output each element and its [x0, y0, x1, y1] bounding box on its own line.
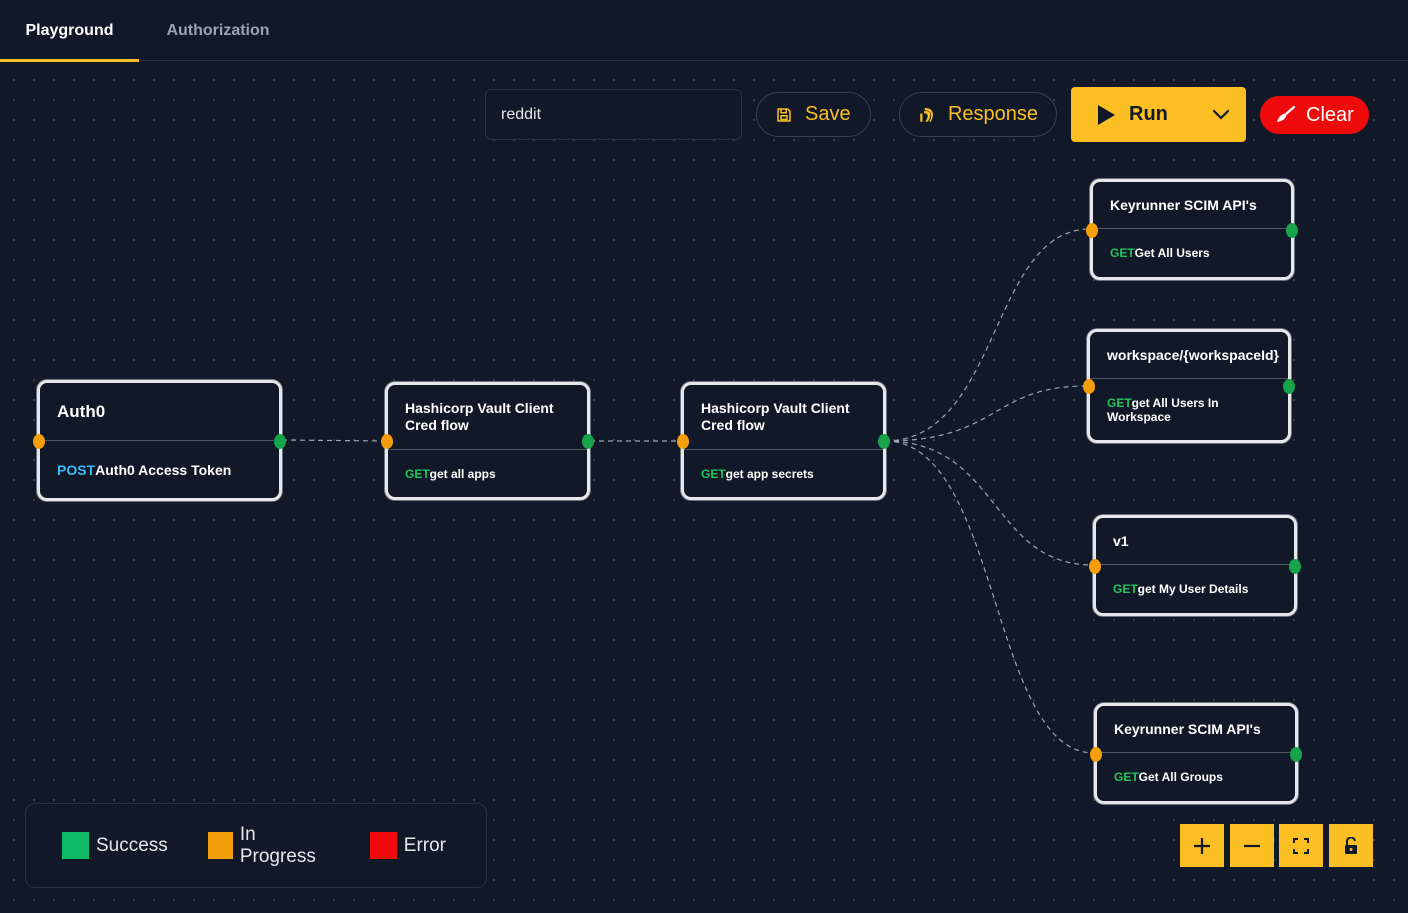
node-endpoint: get app secrets	[725, 467, 814, 481]
legend-item-in-progress: In Progress	[207, 823, 330, 868]
node-request: GETget All Users In Workspace	[1090, 379, 1288, 440]
zoom-in-button[interactable]	[1180, 824, 1224, 867]
node-input-handle[interactable]	[381, 434, 393, 449]
flow-node-vault-get-app-secrets[interactable]: Hashicorp Vault Client Cred flow GET get …	[677, 382, 890, 500]
node-endpoint: Auth0 Access Token	[95, 461, 232, 478]
node-request: POST Auth0 Access Token	[40, 441, 279, 498]
node-output-handle[interactable]	[582, 434, 594, 449]
flow-node-workspace-users[interactable]: workspace/{workspaceId} GETget All Users…	[1083, 329, 1295, 443]
flow-node-v1-user-details[interactable]: v1 GET get My User Details	[1089, 515, 1301, 616]
node-title: Keyrunner SCIM API's	[1093, 182, 1291, 229]
node-title: Hashicorp Vault Client Cred flow	[684, 385, 883, 450]
tab-authorization[interactable]: Authorization	[139, 0, 297, 61]
legend-label: Success	[96, 834, 168, 856]
response-icon	[920, 107, 933, 122]
node-output-handle[interactable]	[878, 434, 890, 449]
flow-node-scim-get-all-users[interactable]: Keyrunner SCIM API's GET Get All Users	[1086, 179, 1298, 280]
node-title: Keyrunner SCIM API's	[1097, 706, 1295, 753]
fit-view-icon	[1293, 837, 1309, 854]
legend-label: Error	[403, 834, 446, 856]
status-legend: Success In Progress Error	[25, 803, 487, 888]
legend-swatch-error	[369, 832, 397, 859]
unlock-icon	[1345, 836, 1357, 854]
tab-bar: Playground Authorization	[0, 0, 1408, 62]
node-input-handle[interactable]	[1090, 746, 1102, 762]
node-method: GET	[701, 467, 726, 481]
run-label: Run	[1129, 103, 1168, 125]
save-button[interactable]: Save	[756, 92, 871, 137]
node-method: POST	[57, 461, 96, 478]
flow-node-scim-get-all-groups[interactable]: Keyrunner SCIM API's GET Get All Groups	[1090, 703, 1302, 804]
legend-label: In Progress	[239, 823, 316, 867]
response-button[interactable]: Response	[899, 92, 1057, 137]
node-input-handle[interactable]	[677, 434, 689, 449]
node-endpoint: Get All Groups	[1138, 770, 1223, 784]
save-icon	[777, 107, 791, 122]
legend-swatch-success	[62, 832, 89, 859]
legend-swatch-in-progress	[207, 832, 233, 859]
node-input-handle[interactable]	[1086, 222, 1098, 238]
tab-playground[interactable]: Playground	[0, 0, 139, 62]
clear-button[interactable]: Clear	[1260, 96, 1369, 134]
node-method: GET	[1113, 582, 1138, 596]
broom-icon	[1277, 105, 1296, 122]
node-request: GET get all apps	[388, 450, 587, 498]
plus-icon	[1194, 837, 1210, 854]
node-input-handle[interactable]	[1089, 558, 1101, 574]
node-output-handle[interactable]	[1290, 746, 1302, 762]
node-request: GET Get All Groups	[1097, 753, 1295, 801]
node-method: GET	[1114, 770, 1139, 784]
zoom-out-button[interactable]	[1230, 824, 1274, 867]
node-input-handle[interactable]	[33, 433, 45, 449]
node-output-handle[interactable]	[1283, 379, 1295, 394]
node-input-handle[interactable]	[1083, 379, 1095, 394]
node-request: GET get My User Details	[1096, 565, 1294, 613]
chevron-down-icon[interactable]	[1212, 109, 1230, 121]
node-title: workspace/{workspaceId}	[1090, 332, 1288, 379]
node-title: Auth0	[40, 383, 279, 441]
node-endpoint: Get All Users	[1134, 246, 1210, 260]
node-output-handle[interactable]	[1286, 222, 1298, 238]
legend-item-error: Error	[369, 832, 446, 859]
node-method: GET	[1110, 246, 1135, 260]
node-method: GET	[1107, 395, 1132, 410]
node-endpoint: get all apps	[429, 467, 496, 481]
toggle-lock-button[interactable]	[1329, 824, 1373, 867]
flow-node-vault-get-all-apps[interactable]: Hashicorp Vault Client Cred flow GET get …	[381, 382, 594, 500]
node-method: GET	[405, 467, 430, 481]
legend-item-success: Success	[62, 832, 168, 859]
fit-view-button[interactable]	[1279, 824, 1323, 867]
run-button[interactable]: Run	[1071, 87, 1246, 142]
node-endpoint: get My User Details	[1137, 582, 1249, 596]
response-label: Response	[947, 103, 1038, 125]
flow-node-auth0[interactable]: Auth0 POST Auth0 Access Token	[33, 380, 286, 501]
node-title: Hashicorp Vault Client Cred flow	[388, 385, 587, 450]
clear-label: Clear	[1306, 103, 1354, 126]
node-title: v1	[1096, 518, 1294, 565]
minus-icon	[1244, 844, 1260, 847]
save-label: Save	[805, 103, 851, 125]
node-request: GET get app secrets	[684, 450, 883, 498]
node-request-text: GETget All Users In Workspace	[1107, 396, 1271, 424]
node-request: GET Get All Users	[1093, 229, 1291, 277]
node-output-handle[interactable]	[274, 433, 286, 449]
flow-name-input[interactable]	[485, 89, 742, 140]
play-icon	[1098, 104, 1115, 125]
node-output-handle[interactable]	[1289, 558, 1301, 574]
